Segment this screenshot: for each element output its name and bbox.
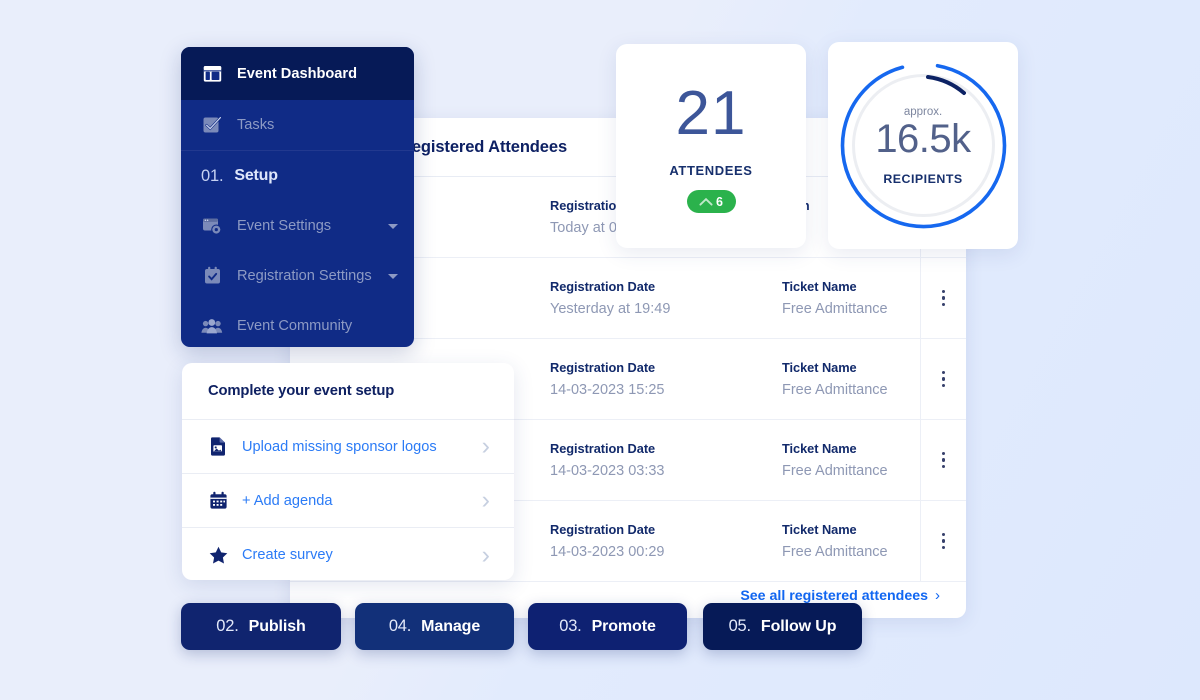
attendees-delta: 6 [716, 195, 723, 209]
chevron-right-icon: › [482, 488, 490, 513]
sidebar-item-tasks[interactable]: Tasks [181, 100, 414, 150]
registration-date-value: 14-03-2023 03:33 [550, 463, 760, 479]
step-label: Manage [421, 618, 480, 636]
sidebar-item-label: Event Community [237, 318, 352, 334]
attendees-stat-label: ATTENDEES [669, 163, 752, 178]
sidebar-step-setup[interactable]: 01. Setup [181, 151, 414, 201]
step-number: 05. [729, 617, 751, 636]
recipients-count: 16.5k [875, 116, 970, 162]
recipients-stat-label: RECIPIENTS [883, 172, 962, 186]
kebab-menu-icon [942, 290, 945, 306]
ticket-name-cell: Ticket Name Free Admittance [760, 522, 920, 560]
kebab-menu-icon [942, 533, 945, 549]
column-label: Ticket Name [782, 441, 920, 456]
step-number: 04. [389, 617, 411, 636]
recipients-donut-chart: approx. 16.5k RECIPIENTS [836, 58, 1011, 233]
attendees-count: 21 [676, 83, 747, 145]
sidebar-item-registration-settings[interactable]: Registration Settings [181, 251, 414, 301]
step-number: 02. [216, 617, 238, 636]
setup-item-create-survey[interactable]: Create survey › [182, 528, 514, 580]
checkbox-check-icon [201, 114, 223, 136]
step-button-promote[interactable]: 03. Promote [528, 603, 687, 650]
chevron-right-icon: › [482, 543, 490, 568]
registration-date-cell: Registration Date 14-03-2023 03:33 [528, 441, 760, 479]
sidebar-item-event-community[interactable]: Event Community [181, 301, 414, 347]
sidebar-step-label: Setup [234, 167, 277, 185]
row-menu-button[interactable] [920, 420, 966, 501]
column-label: Ticket Name [782, 360, 920, 375]
step-button-manage[interactable]: 04. Manage [355, 603, 514, 650]
sidebar-item-label: Tasks [237, 117, 274, 133]
setup-item-add-agenda[interactable]: + Add agenda › [182, 474, 514, 528]
star-icon [208, 545, 228, 565]
setup-item-label: + Add agenda [242, 493, 333, 509]
step-label: Promote [592, 618, 656, 636]
step-button-publish[interactable]: 02. Publish [181, 603, 341, 650]
app-canvas: Registered Attendees ANG Registration D … [0, 0, 1200, 700]
sidebar-item-label: Registration Settings [237, 268, 372, 284]
see-all-registered-attendees-link[interactable]: See all registered attendees › [740, 587, 940, 604]
sidebar: Event Dashboard Tasks 01. Setup [181, 47, 414, 347]
chevron-right-icon: › [935, 587, 940, 604]
registration-date-cell: Registration Date 14-03-2023 00:29 [528, 522, 760, 560]
kebab-menu-icon [942, 452, 945, 468]
step-label: Follow Up [761, 618, 837, 636]
step-label: Publish [249, 618, 306, 636]
column-label: Registration Date [550, 441, 760, 456]
chevron-up-icon [699, 197, 713, 207]
calendar-check-icon [201, 265, 223, 287]
row-menu-button[interactable] [920, 501, 966, 582]
setup-item-upload-sponsor-logos[interactable]: Upload missing sponsor logos › [182, 420, 514, 474]
people-group-icon [201, 315, 223, 337]
ticket-name-value: Free Admittance [782, 382, 920, 398]
column-label: Ticket Name [782, 279, 920, 294]
column-label: Registration Date [550, 279, 760, 294]
recipients-stat-card: approx. 16.5k RECIPIENTS [828, 42, 1018, 249]
sidebar-item-event-settings[interactable]: Event Settings [181, 201, 414, 251]
row-menu-button[interactable] [920, 339, 966, 420]
complete-event-setup-card: Complete your event setup Upload missing… [182, 363, 514, 580]
sidebar-item-label: Event Dashboard [237, 66, 357, 82]
ticket-name-cell: Ticket Name Free Admittance [760, 279, 920, 317]
status-badge: 6 [687, 190, 736, 213]
chevron-down-icon[interactable] [388, 224, 398, 229]
dashboard-layout-icon [201, 63, 223, 85]
registration-date-value: 14-03-2023 00:29 [550, 544, 760, 560]
ticket-name-value: Free Admittance [782, 544, 920, 560]
registration-date-cell: Registration Date 14-03-2023 15:25 [528, 360, 760, 398]
setup-item-label: Upload missing sponsor logos [242, 439, 437, 455]
registration-date-cell: Registration Date Yesterday at 19:49 [528, 279, 760, 317]
sidebar-step-number: 01. [201, 167, 223, 186]
setup-card-title: Complete your event setup [182, 363, 514, 399]
sidebar-item-label: Event Settings [237, 218, 331, 234]
chevron-down-icon[interactable] [388, 274, 398, 279]
sidebar-item-event-dashboard[interactable]: Event Dashboard [181, 47, 414, 100]
column-label: Registration Date [550, 522, 760, 537]
step-number: 03. [559, 617, 581, 636]
file-image-icon [208, 437, 228, 457]
donut-center-text: approx. 16.5k RECIPIENTS [836, 58, 1011, 233]
setup-item-label: Create survey [242, 547, 333, 563]
ticket-name-cell: Ticket Name Free Admittance [760, 441, 920, 479]
calendar-icon [208, 491, 228, 511]
kebab-menu-icon [942, 371, 945, 387]
column-label: Ticket Name [782, 522, 920, 537]
registration-date-value: 14-03-2023 15:25 [550, 382, 760, 398]
browser-gear-icon [201, 215, 223, 237]
row-menu-button[interactable] [920, 258, 966, 339]
chevron-right-icon: › [482, 434, 490, 459]
step-button-follow-up[interactable]: 05. Follow Up [703, 603, 862, 650]
attendees-stat-card: 21 ATTENDEES 6 [616, 44, 806, 248]
ticket-name-cell: Ticket Name Free Admittance [760, 360, 920, 398]
ticket-name-value: Free Admittance [782, 463, 920, 479]
see-all-label: See all registered attendees [740, 588, 928, 604]
ticket-name-value: Free Admittance [782, 301, 920, 317]
column-label: Registration Date [550, 360, 760, 375]
registration-date-value: Yesterday at 19:49 [550, 301, 760, 317]
